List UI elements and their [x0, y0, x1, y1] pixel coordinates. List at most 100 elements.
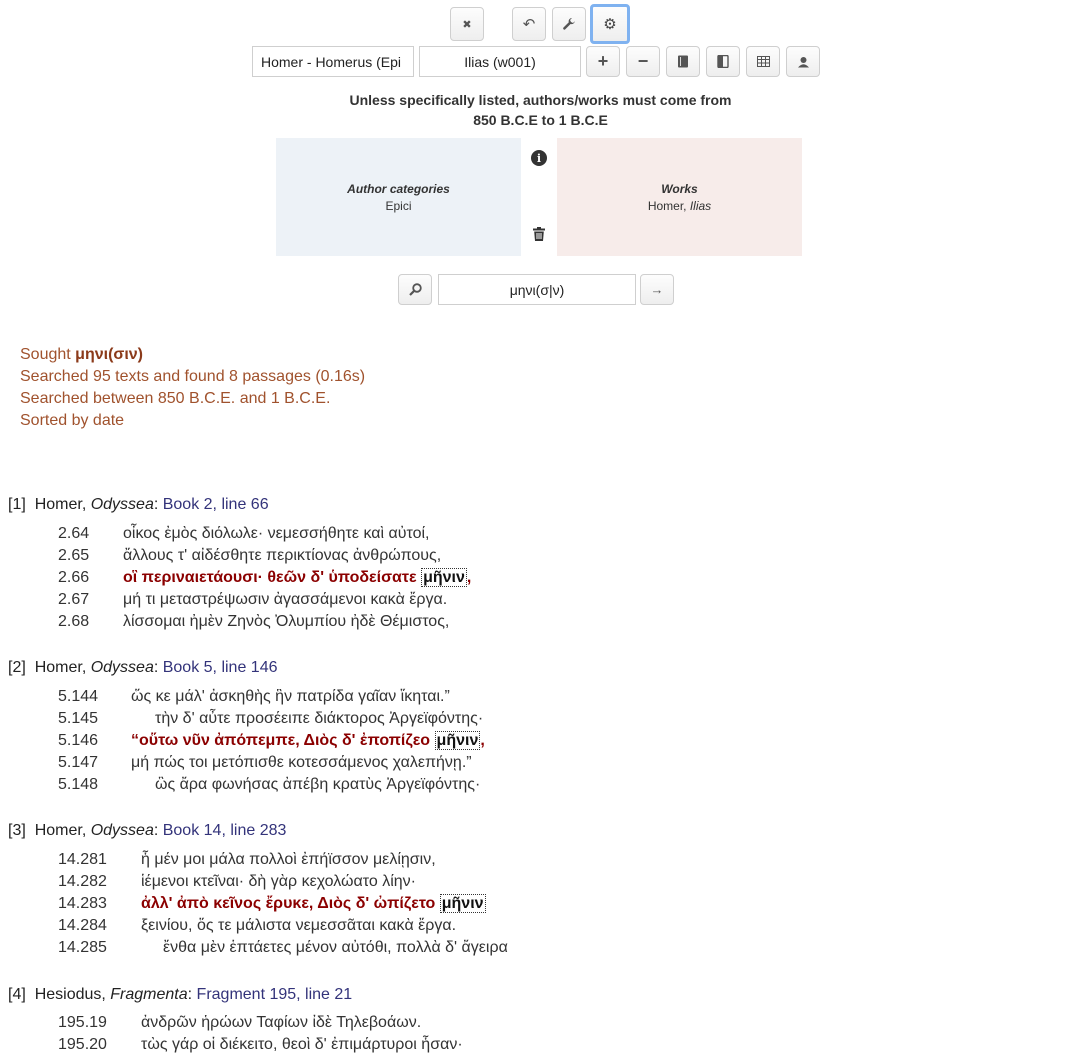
line-number: 5.144 — [58, 688, 99, 705]
date-range-value: 850 B.C.E to 1 B.C.E — [473, 112, 608, 128]
remove-button[interactable]: − — [626, 46, 660, 77]
hit-context: “οὕτω νῦν ἀπόπεμπε, Διὸς δ' ἐποπίζεο — [131, 732, 435, 749]
line-number: 14.281 — [58, 851, 107, 868]
passage-line: οἶκος ἐμὸς διόλωλε· νεμεσσήθητε καὶ αὐτο… — [123, 525, 430, 542]
passage-line: ὣς ἄρα φωνήσας ἀπέβη κρατὺς Ἀργεϊφόντης· — [155, 776, 481, 793]
result-index: [1] — [8, 496, 26, 513]
result-header: [3] Homer, Odyssea: Book 14, line 283 — [8, 822, 286, 840]
sought-term: μηνι(σιν) — [75, 346, 144, 363]
works-value[interactable]: Homer, Ilias — [648, 199, 711, 213]
book-button[interactable] — [666, 46, 700, 77]
passage-line: μή πώς τοι μετόπισθε κοτεσσάμενος χαλεπή… — [131, 754, 472, 771]
result-citation-link[interactable]: Book 5, line 146 — [163, 659, 278, 676]
date-range-summary: Searched between 850 B.C.E. and 1 B.C.E. — [20, 390, 331, 407]
line-number: 14.285 — [58, 939, 107, 956]
result-citation-link[interactable]: Book 2, line 66 — [163, 496, 269, 513]
sought-line: Sought μηνι(σιν) — [20, 346, 143, 364]
wrench-icon — [563, 18, 575, 30]
date-range-note: Unless specifically listed, authors/work… — [349, 92, 732, 108]
result-sep: : — [153, 659, 163, 676]
result-sep: : — [153, 822, 163, 839]
undo-icon: ↶ — [522, 16, 536, 33]
line-number: 195.19 — [58, 1014, 107, 1031]
settings-button[interactable]: ⚙ — [590, 4, 630, 44]
passage-line: τὼς γάρ οἱ διέκειτο, θεοὶ δ' ἐπιμάρτυροι… — [141, 1036, 463, 1053]
plus-icon: + — [597, 51, 609, 71]
result-header: [2] Homer, Odyssea: Book 5, line 146 — [8, 659, 277, 677]
search-input[interactable]: μηνι(σ|ν) — [438, 274, 636, 305]
result-citation-link[interactable]: Fragment 195, line 21 — [197, 986, 353, 1003]
result-work: Odyssea — [90, 496, 154, 513]
result-citation-link[interactable]: Book 14, line 283 — [163, 822, 287, 839]
result-sep: : — [153, 496, 163, 513]
result-author: Hesiodus, — [34, 986, 111, 1003]
passage-line: ἔνθα μὲν ἑπτάετες μένον αὐτόθι, πολλὰ δ'… — [163, 939, 508, 956]
result-work: Fragmenta — [110, 986, 188, 1003]
result-author: Homer, — [34, 496, 91, 513]
hit-context: οἳ περιναιετάουσι· θεῶν δ' ὑποδείσατε — [123, 569, 422, 586]
line-number: 5.147 — [58, 754, 99, 771]
result-author: Homer, — [34, 659, 91, 676]
hit-trailing: , — [466, 569, 472, 586]
search-query: μηνι(σ|ν) — [509, 281, 565, 298]
open-book-button[interactable] — [706, 46, 740, 77]
passage-line: ἄλλους τ' αἰδέσθητε περικτίονας ἀνθρώπου… — [123, 547, 442, 564]
undo-button[interactable]: ↶ — [512, 7, 546, 41]
passage-line: λίσσομαι ἠμὲν Ζηνὸς Ὀλυμπίου ἠδὲ Θέμιστο… — [123, 613, 450, 630]
line-number: 14.284 — [58, 917, 107, 934]
sought-label: Sought — [20, 346, 76, 363]
author-input[interactable]: Homer - Homerus (Epi — [252, 46, 414, 77]
line-number: 5.145 — [58, 710, 99, 727]
open-book-icon — [717, 55, 729, 68]
passage-hit-line: ἀλλ' ἀπὸ κεῖνος ἔρυκε, Διὸς δ' ὠπίζετο μ… — [141, 894, 486, 913]
search-icon — [408, 283, 422, 296]
hit-context: ἀλλ' ἀπὸ κεῖνος ἔρυκε, Διὸς δ' ὠπίζετο — [141, 895, 440, 912]
go-button[interactable]: → — [640, 274, 674, 305]
author-input-value: Homer - Homerus (Epi — [261, 53, 402, 70]
author-categories-title: Author categories — [347, 181, 450, 196]
result-index: [2] — [8, 659, 26, 676]
result-author: Homer, — [34, 822, 91, 839]
close-button[interactable]: ✖ — [450, 7, 484, 41]
table-button[interactable] — [746, 46, 780, 77]
works-author: Homer, — [647, 198, 690, 213]
passage-line: ὥς κε μάλ' ἀσκηθὴς ἣν πατρίδα γαῖαν ἵκητ… — [131, 688, 450, 705]
minus-icon: − — [637, 51, 649, 71]
user-icon — [797, 56, 809, 67]
close-icon: ✖ — [462, 18, 472, 31]
passage-hit-line: “οὕτω νῦν ἀπόπεμπε, Διὸς δ' ἐποπίζεο μῆν… — [131, 731, 485, 750]
passage-line: ἦ μέν μοι μάλα πολλοὶ ἐπήϊσσον μελίῃσιν, — [141, 851, 436, 868]
gear-icon: ⚙ — [603, 16, 617, 33]
passage-line: ἱέμενοι κτεῖναι· δὴ γὰρ κεχολώατο λίην· — [141, 873, 416, 890]
passage-line: μή τι μεταστρέψωσιν ἀγασσάμενοι κακὰ ἔργ… — [123, 591, 448, 608]
result-work: Odyssea — [90, 659, 154, 676]
hit-word: μῆνιν — [439, 894, 486, 913]
passage-line: τὴν δ' αὖτε προσέειπε διάκτορος Ἀργεϊφόν… — [155, 710, 484, 727]
author-categories-value[interactable]: Epici — [385, 199, 411, 213]
line-number: 14.283 — [58, 895, 107, 912]
passage-line: ξεινίου, ὅς τε μάλιστα νεμεσσᾶται κακὰ ἔ… — [141, 917, 457, 934]
line-number: 2.66 — [58, 569, 90, 586]
wrench-button[interactable] — [552, 7, 586, 41]
book-icon — [678, 55, 688, 68]
passage-hit-line: οἳ περιναιετάουσι· θεῶν δ' ὑποδείσατε μῆ… — [123, 568, 472, 587]
trash-icon[interactable] — [533, 227, 545, 241]
line-number: 195.20 — [58, 1036, 107, 1053]
arrow-right-icon: → — [650, 282, 664, 297]
work-input[interactable]: Ilias (w001) — [419, 46, 581, 77]
add-button[interactable]: + — [586, 46, 620, 77]
line-number: 2.68 — [58, 613, 90, 630]
works-panel: Works Homer, Ilias — [557, 138, 802, 256]
passage-line: ἀνδρῶν ἡρώων Ταφίων ἰδὲ Τηλεβοάων. — [141, 1014, 422, 1031]
search-button[interactable] — [398, 274, 432, 305]
result-header: [1] Homer, Odyssea: Book 2, line 66 — [8, 496, 269, 514]
line-number: 14.282 — [58, 873, 107, 890]
line-number: 2.65 — [58, 547, 90, 564]
result-work: Odyssea — [90, 822, 154, 839]
result-sep: : — [187, 986, 197, 1003]
result-index: [3] — [8, 822, 26, 839]
info-icon[interactable]: i — [531, 150, 547, 166]
user-button[interactable] — [786, 46, 820, 77]
hit-word: μῆνιν — [421, 568, 467, 587]
result-index: [4] — [8, 986, 26, 1003]
